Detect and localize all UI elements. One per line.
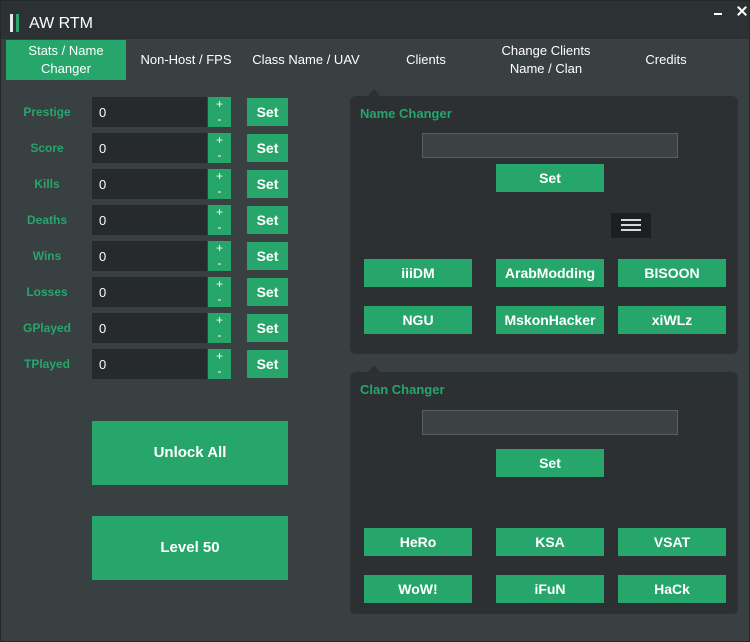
losses-stepper: + - [208,277,231,307]
tab-credits[interactable]: Credits [606,40,726,80]
clan-changer-title: Clan Changer [360,382,445,397]
decrement-button[interactable]: - [208,364,231,379]
decrement-button[interactable]: - [208,256,231,271]
stat-label: Losses [26,285,68,299]
clan-preset-button[interactable]: WoW! [364,575,472,603]
name-preset-button[interactable]: MskonHacker [496,306,604,334]
kills-stepper: + - [208,169,231,199]
tab-class-name-uav[interactable]: Class Name / UAV [246,40,366,80]
set-clan-button[interactable]: Set [496,449,604,477]
increment-button[interactable]: + [208,169,231,184]
increment-button[interactable]: + [208,241,231,256]
score-input[interactable] [92,133,207,163]
set-kills-button[interactable]: Set [247,170,288,198]
gplayed-input[interactable] [92,313,207,343]
kills-input[interactable] [92,169,207,199]
app-logo-icon [10,14,22,32]
stat-label: Prestige [23,105,71,119]
title-bar: AW RTM [1,1,749,39]
app-window: AW RTM Stats / Name Changer Non-Host / F… [0,0,750,642]
name-input[interactable] [422,133,678,158]
name-preset-button[interactable]: xiWLz [618,306,726,334]
set-wins-button[interactable]: Set [247,242,288,270]
increment-button[interactable]: + [208,313,231,328]
name-preset-button[interactable]: ArabModding [496,259,604,287]
decrement-button[interactable]: - [208,220,231,235]
clan-changer-panel: Clan Changer Set HeRo KSA VSAT WoW! iFuN… [350,372,738,614]
losses-input[interactable] [92,277,207,307]
name-changer-title: Name Changer [360,106,452,121]
decrement-button[interactable]: - [208,292,231,307]
tab-clients[interactable]: Clients [366,40,486,80]
level-50-button[interactable]: Level 50 [92,516,288,580]
set-deaths-button[interactable]: Set [247,206,288,234]
name-preset-button[interactable]: BISOON [618,259,726,287]
minimize-icon[interactable] [712,5,724,17]
set-prestige-button[interactable]: Set [247,98,288,126]
deaths-input[interactable] [92,205,207,235]
decrement-button[interactable]: - [208,112,231,127]
set-gplayed-button[interactable]: Set [247,314,288,342]
stat-label: GPlayed [22,321,72,335]
wins-stepper: + - [208,241,231,271]
close-icon[interactable] [735,4,749,18]
name-changer-panel: Name Changer Set iiiDM ArabModding BISOO… [350,96,738,354]
increment-button[interactable]: + [208,205,231,220]
set-score-button[interactable]: Set [247,134,288,162]
deaths-stepper: + - [208,205,231,235]
prestige-input[interactable] [92,97,207,127]
decrement-button[interactable]: - [208,148,231,163]
set-name-button[interactable]: Set [496,164,604,192]
tab-stats-name-changer[interactable]: Stats / Name Changer [6,40,126,80]
decrement-button[interactable]: - [208,328,231,343]
tab-non-host-fps[interactable]: Non-Host / FPS [126,40,246,80]
prestige-stepper: + - [208,97,231,127]
stat-label: Wins [32,249,62,263]
clan-preset-button[interactable]: HeRo [364,528,472,556]
increment-button[interactable]: + [208,97,231,112]
set-tplayed-button[interactable]: Set [247,350,288,378]
increment-button[interactable]: + [208,277,231,292]
set-losses-button[interactable]: Set [247,278,288,306]
name-preset-button[interactable]: NGU [364,306,472,334]
increment-button[interactable]: + [208,349,231,364]
unlock-all-button[interactable]: Unlock All [92,421,288,485]
window-title: AW RTM [29,15,93,32]
clan-preset-button[interactable]: KSA [496,528,604,556]
tplayed-stepper: + - [208,349,231,379]
stat-label: Kills [34,177,60,191]
clan-preset-button[interactable]: iFuN [496,575,604,603]
increment-button[interactable]: + [208,133,231,148]
tab-bar: Stats / Name Changer Non-Host / FPS Clas… [6,40,726,80]
stat-label: Score [30,141,64,155]
tplayed-input[interactable] [92,349,207,379]
stat-label: TPlayed [23,357,71,371]
clan-input[interactable] [422,410,678,435]
stat-label: Deaths [26,213,67,227]
decrement-button[interactable]: - [208,184,231,199]
clan-preset-button[interactable]: VSAT [618,528,726,556]
name-preset-button[interactable]: iiiDM [364,259,472,287]
clan-preset-button[interactable]: HaCk [618,575,726,603]
wins-input[interactable] [92,241,207,271]
score-stepper: + - [208,133,231,163]
tab-change-clients-name-clan[interactable]: Change Clients Name / Clan [486,40,606,80]
gplayed-stepper: + - [208,313,231,343]
hamburger-menu-icon[interactable] [611,213,651,238]
